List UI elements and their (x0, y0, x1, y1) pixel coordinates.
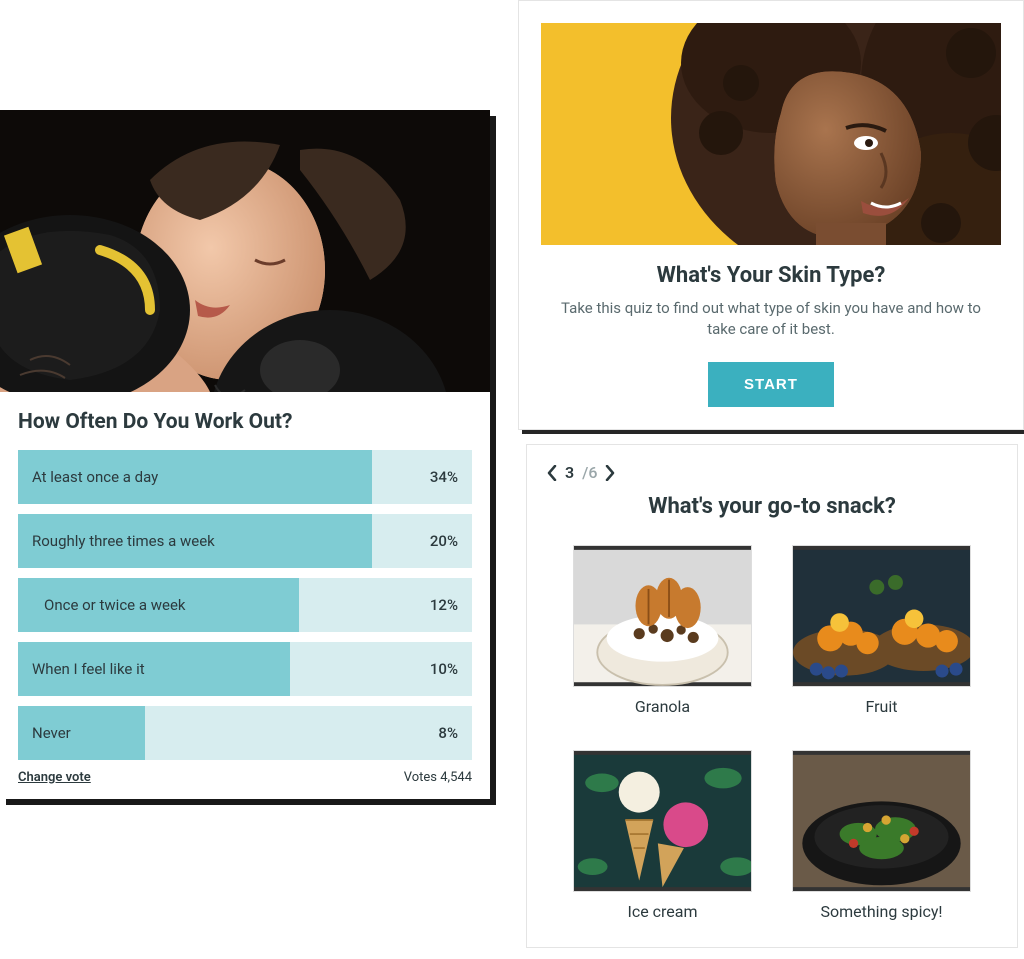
poll-option[interactable]: At least once a day 34% (18, 450, 472, 504)
poll-option-pct: 12% (430, 596, 458, 614)
step-nav: 3/6 (547, 463, 997, 482)
snack-option-icecream[interactable]: Ice cream (573, 750, 752, 921)
poll-hero-image (0, 110, 490, 392)
poll-option-label: Never (18, 724, 71, 742)
poll-option-pct: 34% (430, 468, 458, 486)
snack-option-fruit[interactable]: Fruit (792, 545, 971, 716)
snack-option-granola[interactable]: Granola (573, 545, 752, 716)
snack-option-label: Granola (573, 697, 752, 716)
poll-option[interactable]: Never 8% (18, 706, 472, 760)
snack-thumb (792, 545, 971, 687)
snack-option-spicy[interactable]: Something spicy! (792, 750, 971, 921)
quiz-hero-image (541, 23, 1001, 245)
snack-options-grid: Granola Fruit (547, 545, 997, 921)
chevron-left-icon[interactable] (547, 465, 557, 481)
snack-thumb (573, 750, 752, 892)
poll-option-pct: 10% (430, 660, 458, 678)
votes-count: Votes 4,544 (404, 770, 472, 785)
poll-card: How Often Do You Work Out? At least once… (0, 110, 490, 799)
quiz-title: What's Your Skin Type? (541, 263, 1001, 288)
poll-option-pct: 8% (438, 724, 458, 742)
step-current: 3 (565, 463, 574, 482)
change-vote-link[interactable]: Change vote (18, 770, 91, 785)
snack-option-label: Ice cream (573, 902, 752, 921)
poll-option[interactable]: When I feel like it 10% (18, 642, 472, 696)
snack-thumb (792, 750, 971, 892)
poll-footer: Change vote Votes 4,544 (18, 770, 472, 785)
poll-option[interactable]: Roughly three times a week 20% (18, 514, 472, 568)
snack-question-card: 3/6 What's your go-to snack? Granola (526, 444, 1018, 948)
poll-option-label: When I feel like it (18, 660, 145, 678)
poll-option-pct: 20% (430, 532, 458, 550)
poll-option-label: Roughly three times a week (18, 532, 215, 550)
chevron-right-icon[interactable] (605, 465, 615, 481)
start-button[interactable]: START (708, 362, 834, 407)
snack-question-title: What's your go-to snack? (547, 494, 997, 519)
step-total: 6 (588, 463, 597, 482)
snack-option-label: Something spicy! (792, 902, 971, 921)
snack-thumb (573, 545, 752, 687)
poll-title: How Often Do You Work Out? (18, 410, 472, 434)
quiz-start-card: What's Your Skin Type? Take this quiz to… (518, 0, 1024, 430)
poll-body: How Often Do You Work Out? At least once… (0, 392, 490, 799)
poll-option[interactable]: Once or twice a week 12% (18, 578, 472, 632)
poll-option-label: At least once a day (18, 468, 158, 486)
poll-option-label: Once or twice a week (18, 596, 186, 614)
snack-option-label: Fruit (792, 697, 971, 716)
quiz-description: Take this quiz to find out what type of … (541, 298, 1001, 340)
